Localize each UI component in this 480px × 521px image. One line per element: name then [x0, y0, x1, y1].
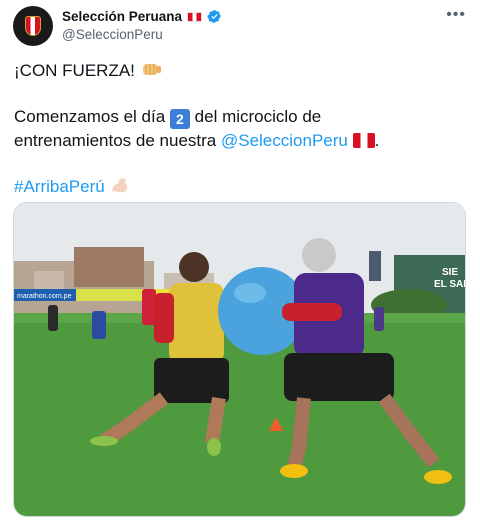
avatar[interactable] [13, 6, 53, 46]
hashtag-link[interactable]: #ArribaPerú [14, 177, 105, 196]
svg-text:SIE: SIE [442, 267, 458, 278]
tweet-text: ¡CON FUERZA! Comenzamos el día 2 del mic… [14, 59, 469, 198]
mention-link[interactable]: @SeleccionPeru [221, 131, 348, 150]
flexed-biceps-icon [112, 178, 128, 193]
peru-federation-crest-icon [25, 16, 41, 36]
verified-badge-icon [207, 10, 221, 23]
tweet-line-4: #ArribaPerú [14, 175, 469, 198]
tweet-line-1: ¡CON FUERZA! [14, 59, 469, 82]
more-options-button[interactable]: ••• [446, 6, 466, 24]
tweet-text-segment: Comenzamos el día [14, 107, 166, 126]
training-photo-image: SIE EL SAB marathon.com.pe [14, 203, 466, 516]
tweet-line-3: entrenamientos de nuestra @SeleccionPeru… [14, 131, 380, 150]
tweet-media-photo[interactable]: SIE EL SAB marathon.com.pe [13, 202, 466, 517]
author-display-name[interactable]: Selección Peruana [62, 9, 182, 24]
day-number-badge: 2 [169, 109, 190, 129]
svg-text:EL SAB: EL SAB [434, 279, 466, 290]
tweet-text-segment: del microciclo de [194, 107, 322, 126]
peru-flag-icon [352, 133, 375, 148]
tweet-line-2: Comenzamos el día 2 del microciclo de [14, 105, 469, 129]
tweet-text-segment: entrenamientos de nuestra [14, 131, 217, 150]
tweet-headline: ¡CON FUERZA! [14, 61, 135, 80]
svg-text:marathon.com.pe: marathon.com.pe [17, 293, 72, 300]
tweet-card[interactable]: Selección Peruana @SeleccionPeru ••• ¡CO… [0, 0, 480, 521]
author-name-row: Selección Peruana [62, 9, 222, 24]
author-handle[interactable]: @SeleccionPeru [62, 27, 163, 42]
peru-flag-icon [187, 11, 203, 22]
fist-bump-icon [142, 64, 161, 75]
